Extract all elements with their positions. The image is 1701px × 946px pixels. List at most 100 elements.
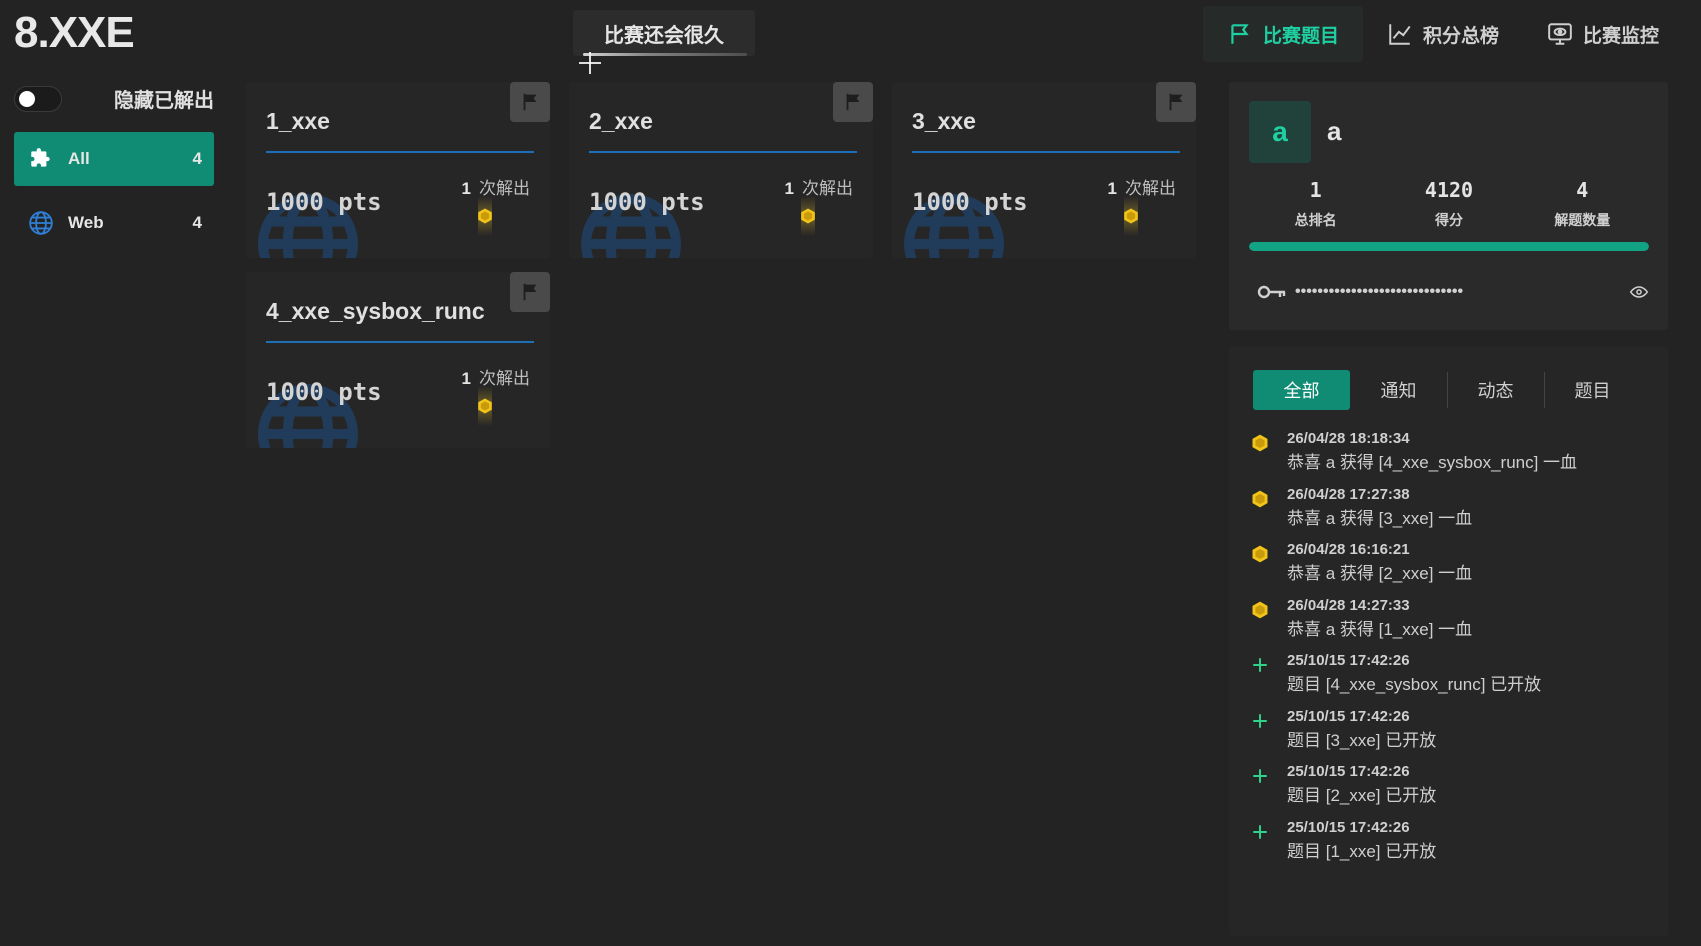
feed-item: 26/04/28 17:27:38 恭喜 a 获得 [3_xxe] 一血 [1249, 484, 1649, 540]
first-blood-icon [1249, 543, 1271, 565]
feed-text: 题目 [3_xxe] 已开放 [1287, 730, 1437, 750]
challenge-card[interactable]: 4_xxe_sysbox_runc 1000 pts 1 次解出 [246, 272, 550, 448]
hexagon-icon [1124, 208, 1138, 224]
category-name: Web [68, 213, 104, 232]
nav-scoreboard-label: 积分总榜 [1422, 25, 1499, 47]
nav-monitor[interactable]: 比赛监控 [1523, 6, 1683, 62]
nav-challenges-label: 比赛题目 [1262, 25, 1339, 47]
countdown-text: 比赛还会很久 [604, 24, 724, 47]
tab-challenges[interactable]: 题目 [1544, 370, 1641, 410]
first-blood-badge [475, 386, 495, 426]
feed-time: 25/10/15 17:42:26 [1287, 763, 1410, 780]
category-count: 4 [192, 149, 202, 168]
feed-list: 26/04/28 18:18:34 恭喜 a 获得 [4_xxe_sysbox_r… [1249, 428, 1649, 872]
solve-count: 1 [461, 179, 471, 198]
category-item-web[interactable]: Web 4 [14, 196, 214, 250]
eye-icon[interactable] [1629, 282, 1649, 302]
token-row: •••••••••••••••••••••••••••••• [1257, 282, 1649, 302]
user-stats: 1 总排名 4120 得分 4 解题数量 [1249, 178, 1649, 230]
challenge-card[interactable]: 3_xxe 1000 pts 1 次解出 [892, 82, 1196, 258]
nav-scoreboard[interactable]: 积分总榜 [1363, 6, 1523, 62]
challenge-points: 1000 pts [266, 378, 382, 406]
hexagon-icon [478, 208, 492, 224]
plus-icon [1249, 765, 1271, 787]
score-value: 4120 [1424, 178, 1474, 202]
submit-flag-button[interactable] [833, 82, 873, 122]
first-blood-icon [1249, 599, 1271, 621]
challenge-title: 4_xxe_sysbox_runc [266, 298, 485, 324]
challenge-card[interactable]: 1_xxe 1000 pts 1 次解出 [246, 82, 550, 258]
tab-notice[interactable]: 通知 [1350, 370, 1447, 410]
flag-icon [523, 283, 537, 301]
feed-text: 题目 [1_xxe] 已开放 [1287, 841, 1437, 861]
challenge-title: 3_xxe [912, 108, 976, 134]
feed-time: 25/10/15 17:42:26 [1287, 652, 1410, 669]
challenge-card[interactable]: 2_xxe 1000 pts 1 次解出 [569, 82, 873, 258]
hexagon-icon [478, 398, 492, 414]
countdown-banner: 比赛还会很久 [573, 10, 755, 74]
monitor-eye-icon [1548, 23, 1572, 45]
feed-text: 恭喜 a 获得 [4_xxe_sysbox_runc] 一血 [1287, 453, 1578, 472]
feed-item: 26/04/28 14:27:33 恭喜 a 获得 [1_xxe] 一血 [1249, 595, 1649, 651]
feed-item: 26/04/28 16:16:21 恭喜 a 获得 [2_xxe] 一血 [1249, 539, 1649, 595]
challenge-solves: 1 次解出 [785, 174, 853, 199]
submit-flag-button[interactable] [510, 82, 550, 122]
stat-score: 4120 得分 [1382, 178, 1515, 230]
first-blood-badge [1121, 196, 1141, 236]
first-blood-badge [475, 196, 495, 236]
stat-solved: 4 解题数量 [1516, 178, 1649, 230]
feed-time: 26/04/28 16:16:21 [1287, 541, 1410, 558]
hide-solved-row: 隐藏已解出 [14, 84, 214, 113]
solved-label: 解题数量 [1554, 212, 1611, 228]
feed-item: 25/10/15 17:42:26 题目 [4_xxe_sysbox_runc] … [1249, 650, 1649, 706]
submit-flag-button[interactable] [1156, 82, 1196, 122]
submit-flag-button[interactable] [510, 272, 550, 312]
flag-icon [846, 93, 860, 111]
solve-progress-bar [1249, 242, 1649, 251]
plus-icon [1249, 710, 1271, 732]
category-list: All 4 Web 4 [14, 132, 214, 260]
feed-item: 26/04/28 18:18:34 恭喜 a 获得 [4_xxe_sysbox_r… [1249, 428, 1649, 484]
tab-events[interactable]: 动态 [1447, 370, 1544, 410]
hide-solved-toggle[interactable] [14, 85, 62, 112]
rank-label: 总排名 [1294, 212, 1337, 228]
feed-time: 26/04/28 17:27:38 [1287, 485, 1410, 503]
flag-icon [1169, 93, 1183, 111]
category-name: All [68, 149, 90, 168]
nav-monitor-label: 比赛监控 [1582, 25, 1659, 47]
first-blood-icon [1249, 432, 1271, 454]
feed-time: 25/10/15 17:42:26 [1287, 707, 1410, 725]
countdown-underline [583, 53, 747, 56]
feed-text: 题目 [4_xxe_sysbox_runc] 已开放 [1287, 675, 1542, 694]
feed-time: 25/10/15 17:42:26 [1287, 818, 1410, 836]
feed-item: 25/10/15 17:42:26 题目 [3_xxe] 已开放 [1249, 706, 1649, 762]
challenge-points: 1000 pts [912, 188, 1028, 216]
toggle-knob [19, 90, 35, 107]
rank-value: 1 [1309, 178, 1322, 202]
solve-count: 1 [1107, 179, 1117, 198]
challenge-solves: 1 次解出 [462, 174, 530, 199]
tab-all[interactable]: 全部 [1253, 370, 1350, 410]
challenge-solves: 1 次解出 [462, 364, 530, 389]
challenge-title: 2_xxe [589, 108, 653, 134]
progress-fill [1249, 242, 1649, 251]
feed-text: 恭喜 a 获得 [3_xxe] 一血 [1287, 508, 1473, 528]
feed-time: 26/04/28 18:18:34 [1287, 430, 1410, 447]
category-divider [912, 151, 1180, 153]
avatar[interactable]: a [1249, 101, 1311, 163]
feed-text: 题目 [2_xxe] 已开放 [1287, 786, 1437, 805]
feed-text: 恭喜 a 获得 [1_xxe] 一血 [1287, 619, 1473, 639]
solve-count: 1 [784, 179, 794, 198]
solved-value: 4 [1576, 178, 1589, 202]
feed-tabs: 全部 通知 动态 题目 [1253, 370, 1641, 410]
feed-time: 26/04/28 14:27:33 [1287, 596, 1410, 614]
nav-challenges[interactable]: 比赛题目 [1202, 6, 1363, 62]
category-count: 4 [192, 213, 202, 232]
feed-item: 25/10/15 17:42:26 题目 [1_xxe] 已开放 [1249, 817, 1649, 873]
user-panel: a a 1 总排名 4120 得分 4 解题数量 ••••••••••••••••••… [1229, 82, 1668, 330]
plus-icon [1249, 654, 1271, 676]
globe-icon [26, 208, 56, 238]
challenge-solves: 1 次解出 [1108, 174, 1176, 199]
challenge-points: 1000 pts [266, 188, 382, 216]
category-item-all[interactable]: All 4 [14, 132, 214, 186]
